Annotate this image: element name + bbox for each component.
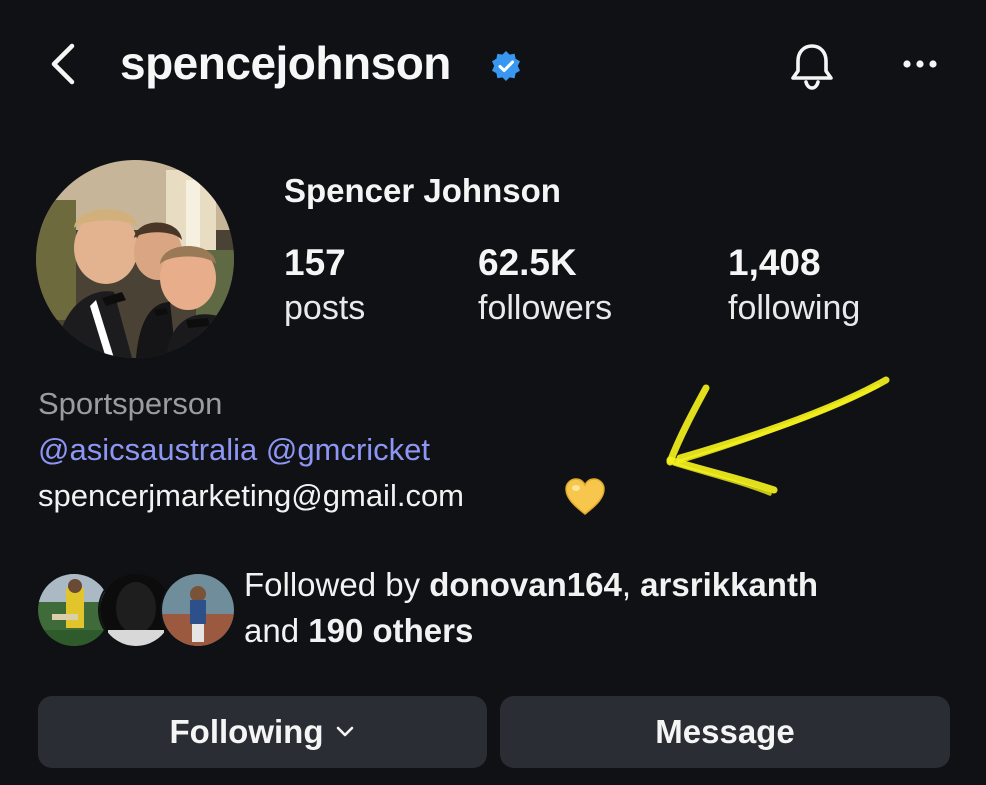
chevron-left-icon (51, 43, 75, 85)
bio-email: spencerjmarketing@gmail.com (38, 478, 465, 513)
chevron-down-icon (337, 726, 354, 737)
back-button[interactable] (38, 38, 90, 90)
notifications-bell-button[interactable] (784, 38, 840, 94)
followed-by-separator: , (621, 566, 641, 603)
bell-icon (791, 44, 833, 90)
followers-count[interactable]: 62.5K followers (478, 240, 612, 330)
bio-mentions: @asicsaustralia @gmcricket (38, 432, 430, 468)
mutual-followers-others: 190 others (308, 612, 474, 649)
profile-header: spencejohnson (0, 0, 986, 130)
mutual-follower-name: donovan164 (429, 566, 622, 603)
mutual-follower-avatar (160, 572, 236, 648)
annotation-arrow (666, 376, 890, 496)
followed-by-and: and (244, 612, 309, 649)
followed-by-text[interactable]: Followed by donovan164, arsrikkanth and 1… (244, 562, 964, 654)
yellow-heart-icon (565, 478, 605, 515)
more-horizontal-icon (903, 60, 937, 68)
profile-username: spencejohnson (120, 37, 451, 89)
followers-count-value: 62.5K (478, 242, 577, 283)
message-button[interactable]: Message (500, 696, 950, 768)
mutual-followers-avatars[interactable] (36, 572, 236, 648)
following-count-label: following (728, 289, 861, 327)
mutual-follower-name: arsrikkanth (640, 566, 819, 603)
mention-asicsaustralia[interactable]: @asicsaustralia (38, 432, 257, 467)
profile-avatar[interactable] (36, 160, 234, 358)
posts-count-label: posts (284, 289, 366, 327)
mention-gmcricket[interactable]: @gmcricket (266, 432, 430, 467)
followed-by-prefix: Followed by (244, 566, 430, 603)
message-button-label: Message (655, 713, 795, 750)
verified-badge-icon (492, 51, 520, 81)
posts-count[interactable]: 157 posts (284, 240, 365, 330)
profile-category: Sportsperson (38, 386, 223, 421)
following-button[interactable]: Following (38, 696, 487, 768)
followers-count-label: followers (478, 289, 613, 327)
following-count[interactable]: 1,408 following (728, 240, 860, 330)
more-options-button[interactable] (896, 44, 952, 84)
following-count-value: 1,408 (728, 242, 821, 283)
following-button-label: Following (169, 713, 324, 750)
posts-count-value: 157 (284, 242, 346, 283)
profile-display-name: Spencer Johnson (284, 172, 561, 209)
profile-photo (36, 160, 234, 358)
